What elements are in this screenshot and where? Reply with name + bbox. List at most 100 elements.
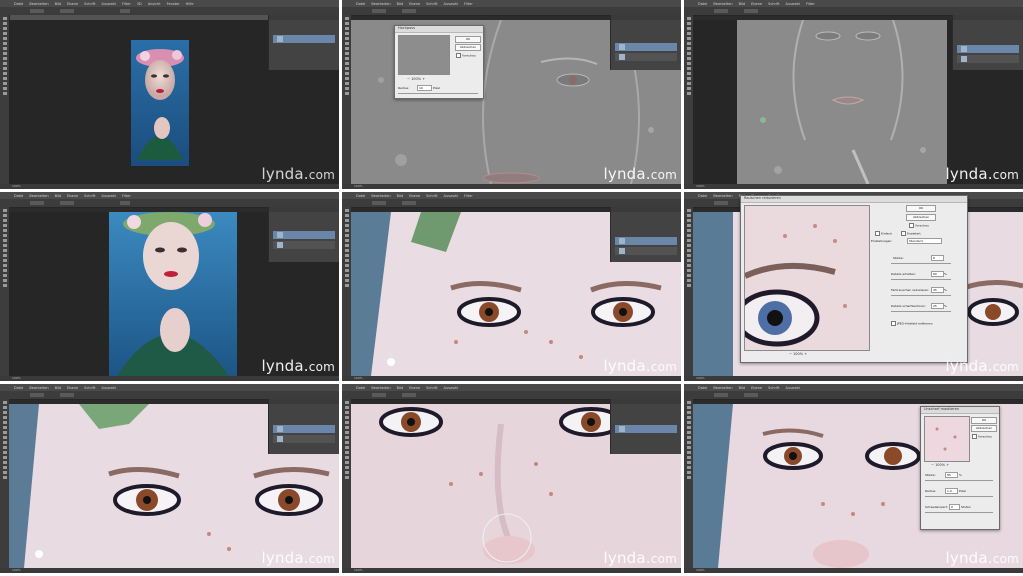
tool-panel[interactable]	[684, 399, 693, 568]
layer-row[interactable]	[273, 35, 335, 43]
layer-row[interactable]	[615, 237, 677, 245]
menu-item[interactable]: Hilfe	[186, 2, 194, 6]
lynda-watermark: lynda.com	[261, 549, 335, 567]
color-noise-slider[interactable]	[891, 295, 951, 296]
layer-row[interactable]	[615, 247, 677, 255]
strength-input[interactable]: 6	[931, 255, 944, 261]
filter-preview[interactable]	[744, 205, 870, 351]
tile-eyes-layers: Datei Bearbeiten Bild Ebene Schrift Auswahl	[0, 384, 339, 573]
menu-item[interactable]: Auswahl	[101, 2, 116, 6]
zoom-in-icon[interactable]: +	[946, 463, 949, 467]
hochpass-dialog: Hochpass OK Abbrechen Vorschau − 100% + …	[394, 25, 484, 99]
status-bar: 100%	[0, 184, 339, 189]
filter-preview[interactable]	[398, 35, 450, 75]
ok-button[interactable]: OK	[971, 417, 997, 424]
tile-highpass-result: Datei Bearbeiten Bild Ebene Schrift Auswahl Fi…	[684, 0, 1023, 189]
strength-slider[interactable]	[891, 263, 951, 264]
menu-bar: Datei Bearbeiten Bild Ebene Schrift Auswahl	[684, 384, 1023, 391]
color-noise-input[interactable]: 45	[931, 287, 944, 293]
amount-input[interactable]: 85	[945, 472, 958, 478]
tile-rauschen: DateiBearbeitenBildEbeneSchrift Rauschen…	[684, 192, 1023, 381]
lynda-watermark: lynda.com	[261, 357, 335, 375]
detail-input[interactable]: 60	[931, 271, 944, 277]
tile-overview-sharpened: Datei Bearbeiten Bild Ebene Schrift Auswahl Fi…	[0, 192, 339, 381]
preview-checkbox[interactable]: Vorschau	[909, 223, 929, 228]
tool-panel[interactable]	[342, 399, 351, 568]
layers-panel[interactable]	[268, 207, 339, 262]
layer-row[interactable]	[615, 53, 677, 61]
lynda-watermark: lynda.com	[945, 549, 1019, 567]
radius-input[interactable]: 10	[417, 85, 432, 91]
tool-panel[interactable]	[0, 15, 9, 184]
zoom-in-icon[interactable]: +	[422, 77, 425, 81]
layer-row[interactable]	[273, 425, 335, 433]
tile-nose-brush: Datei Bearbeiten Bild Ebene Schrift Auswahl 1…	[342, 384, 681, 573]
jpeg-checkbox[interactable]: JPEG-Artefakt entfernen	[891, 321, 933, 326]
lynda-watermark: lynda.com	[603, 549, 677, 567]
tool-panel[interactable]	[342, 15, 351, 184]
tile-eyes-closeup: Datei Bearbeiten Bild Ebene Schrift Auswahl Fi…	[342, 192, 681, 381]
filter-preview[interactable]	[924, 416, 970, 462]
menu-bar: Datei Bearbeiten Bild Ebene Schrift Auswahl	[342, 384, 681, 391]
cancel-button[interactable]: Abbrechen	[971, 425, 997, 432]
sharpen-input[interactable]: 25	[931, 303, 944, 309]
cancel-button[interactable]: Abbrechen	[455, 44, 481, 51]
menu-item[interactable]: Bild	[55, 2, 62, 6]
advanced-radio[interactable]: Erweitert	[901, 231, 921, 236]
threshold-slider[interactable]	[925, 512, 993, 513]
tool-panel[interactable]	[0, 207, 9, 376]
menu-item[interactable]: Datei	[14, 2, 23, 6]
menu-item[interactable]: Ebene	[67, 2, 78, 6]
tile-hochpass: Datei Bearbeiten Bild Ebene Schrift Auswahl Fi…	[342, 0, 681, 189]
zoom-out-icon[interactable]: −	[789, 352, 792, 356]
tool-panel[interactable]	[0, 399, 9, 568]
layer-row[interactable]	[273, 435, 335, 443]
layers-panel[interactable]	[268, 399, 339, 454]
sharpen-slider[interactable]	[891, 311, 951, 312]
unscharf-dialog: Unscharf maskieren OK Abbrechen Vorschau…	[920, 406, 1000, 530]
menu-bar: Datei Bearbeiten Bild Ebene Schrift Auswahl Fi…	[0, 192, 339, 199]
layer-row[interactable]	[273, 241, 335, 249]
layers-panel[interactable]	[610, 15, 681, 70]
layers-panel[interactable]	[610, 207, 681, 262]
detail-slider[interactable]	[891, 279, 951, 280]
menu-item[interactable]: Schrift	[84, 2, 95, 6]
preview-checkbox[interactable]: Vorschau	[972, 434, 992, 439]
preview-checkbox[interactable]: Vorschau	[456, 53, 476, 58]
amount-slider[interactable]	[925, 480, 993, 481]
zoom-out-icon[interactable]: −	[407, 77, 410, 81]
zoom-out-icon[interactable]: −	[931, 463, 934, 467]
settings-select[interactable]: Standard	[907, 238, 942, 244]
cancel-button[interactable]: Abbrechen	[906, 214, 936, 221]
radius-slider[interactable]	[398, 93, 478, 94]
tile-overview-color: Datei Bearbeiten Bild Ebene Schrift Ausw…	[0, 0, 339, 189]
lynda-watermark: lynda.com	[945, 357, 1019, 375]
tool-panel[interactable]	[684, 207, 693, 376]
layer-row[interactable]	[957, 45, 1019, 53]
layer-row[interactable]	[615, 425, 677, 433]
tool-panel[interactable]	[684, 15, 693, 184]
lynda-watermark: lynda.com	[945, 165, 1019, 183]
zoom-controls: − 100% +	[931, 463, 950, 467]
layers-panel[interactable]	[268, 15, 339, 70]
menu-item[interactable]: Bearbeiten	[29, 2, 48, 6]
ok-button[interactable]: OK	[906, 205, 936, 212]
tutorial-thumbnail-grid: Datei Bearbeiten Bild Ebene Schrift Ausw…	[0, 0, 1023, 576]
layers-panel[interactable]	[952, 15, 1023, 70]
zoom-in-icon[interactable]: +	[804, 352, 807, 356]
threshold-input[interactable]: 0	[949, 504, 960, 510]
layer-row[interactable]	[615, 43, 677, 51]
layers-panel[interactable]	[610, 399, 681, 454]
basic-radio[interactable]: Einfach	[875, 231, 892, 236]
menu-item[interactable]: Filter	[122, 2, 131, 6]
menu-item[interactable]: Fenster	[167, 2, 180, 6]
ok-button[interactable]: OK	[455, 36, 481, 43]
menu-item[interactable]: Ansicht	[148, 2, 161, 6]
menu-item[interactable]: 3D	[137, 2, 142, 6]
layer-row[interactable]	[273, 231, 335, 239]
tile-unscharf: Datei Bearbeiten Bild Ebene Schrift Auswahl U…	[684, 384, 1023, 573]
layer-row[interactable]	[957, 55, 1019, 63]
radius-input[interactable]: 1,0	[945, 488, 958, 494]
radius-slider[interactable]	[925, 496, 993, 497]
tool-panel[interactable]	[342, 207, 351, 376]
